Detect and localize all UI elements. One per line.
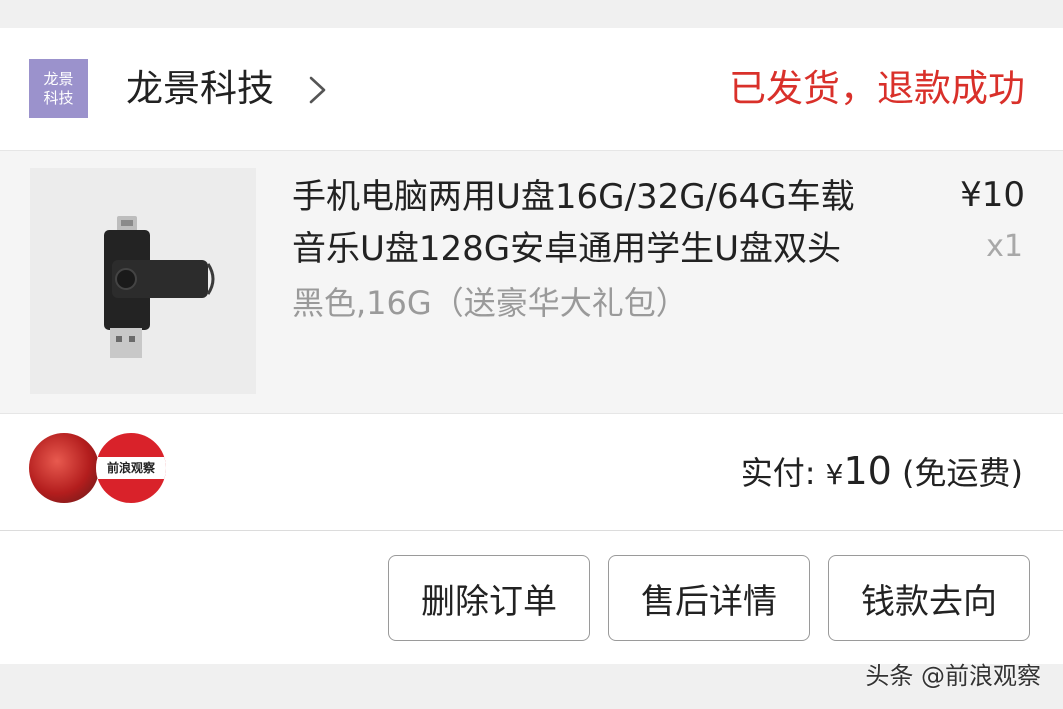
order-actions: 删除订单 售后详情 钱款去向 xyxy=(0,531,1063,664)
order-status: 已发货，退款成功 xyxy=(729,67,1025,110)
money-destination-button[interactable]: 钱款去向 xyxy=(828,555,1030,641)
product-title-line1: 手机电脑两用U盘16G/32G/64G车载 xyxy=(292,177,855,217)
order-card: 龙景 科技 龙景科技 已发货，退款成功 手机电脑两用U盘16G/32G/64G车… xyxy=(0,28,1063,664)
product-quantity: x1 xyxy=(986,229,1023,264)
product-image[interactable] xyxy=(30,168,256,394)
product-title-line2: 音乐U盘128G安卓通用学生U盘双头 xyxy=(292,229,842,269)
store-logo-line1: 龙景 xyxy=(43,69,74,88)
store-logo[interactable]: 龙景 科技 xyxy=(29,59,88,118)
watermark-badge-text: 前浪观察 xyxy=(96,457,166,479)
store-header[interactable]: 龙景 科技 龙景科技 已发货，退款成功 xyxy=(0,28,1063,150)
store-name[interactable]: 龙景科技 xyxy=(126,66,274,112)
paid-currency: ¥ xyxy=(825,458,844,491)
paid-amount: 实付: ¥10 (免运费) xyxy=(741,448,1023,498)
paid-note: (免运费) xyxy=(891,454,1023,492)
product-price: ¥10 xyxy=(960,175,1025,215)
usb-flash-drive-icon xyxy=(30,168,256,394)
avatar xyxy=(29,433,99,503)
payment-row: 前浪观察 实付: ¥10 (免运费) xyxy=(0,412,1063,531)
watermark-text: 头条 @前浪观察 xyxy=(865,662,1041,690)
store-logo-line2: 科技 xyxy=(43,88,74,107)
after-sale-details-button[interactable]: 售后详情 xyxy=(608,555,810,641)
product-title[interactable]: 手机电脑两用U盘16G/32G/64G车载 音乐U盘128G安卓通用学生U盘双头 xyxy=(292,171,912,275)
paid-value: 10 xyxy=(843,449,892,493)
product-spec: 黑色,16G（送豪华大礼包） xyxy=(292,284,688,322)
watermark-badge: 前浪观察 xyxy=(96,433,166,503)
paid-label: 实付: xyxy=(740,454,826,492)
chevron-right-icon[interactable] xyxy=(302,72,332,108)
product-item[interactable]: 手机电脑两用U盘16G/32G/64G车载 音乐U盘128G安卓通用学生U盘双头… xyxy=(0,150,1063,414)
delete-order-button[interactable]: 删除订单 xyxy=(388,555,590,641)
